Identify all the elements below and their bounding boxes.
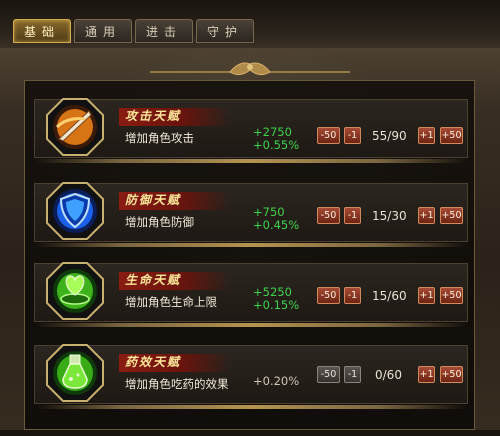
plus-50-button[interactable]: +50 [440, 366, 463, 383]
talent-description: 增加角色攻击 [125, 131, 194, 145]
plus-50-button[interactable]: +50 [440, 207, 463, 224]
bonus-percent: +0.45% [253, 218, 300, 232]
talent-description: 增加角色生命上限 [125, 295, 217, 309]
minus-1-button[interactable]: -1 [344, 287, 361, 304]
talent-row-potion: 药效天赋 增加角色吃药的效果 +0.20% -50 -1 0/60 +1 +50 [34, 344, 468, 409]
bonus-percent: +0.15% [253, 298, 300, 312]
minus-50-button[interactable]: -50 [317, 127, 340, 144]
talent-count: 0/60 [375, 368, 402, 382]
minus-50-button[interactable]: -50 [317, 366, 340, 383]
talent-row-attack: 攻击天赋 增加角色攻击 +2750 +0.55% -50 -1 55/90 +1… [34, 98, 468, 163]
talent-name: 攻击天赋 [125, 109, 182, 123]
plus-1-button[interactable]: +1 [418, 287, 435, 304]
bonus-percent: +0.20% [253, 374, 300, 388]
talent-count: 55/90 [372, 129, 407, 143]
talent-description: 增加角色防御 [125, 215, 194, 229]
talent-count: 15/60 [372, 289, 407, 303]
plus-50-button[interactable]: +50 [440, 287, 463, 304]
tab-guard[interactable]: 守护 [196, 19, 255, 43]
plus-50-button[interactable]: +50 [440, 127, 463, 144]
minus-1-button[interactable]: -1 [344, 366, 361, 383]
plus-1-button[interactable]: +1 [418, 127, 435, 144]
tab-attack[interactable]: 进击 [135, 19, 194, 43]
talent-count: 15/30 [372, 209, 407, 223]
talent-name: 防御天赋 [125, 193, 182, 207]
heart-icon [46, 262, 104, 320]
talent-row-defense: 防御天赋 增加角色防御 +750 +0.45% -50 -1 15/30 +1 … [34, 182, 468, 247]
tab-general[interactable]: 通用 [74, 19, 133, 43]
bonus-percent: +0.55% [253, 138, 300, 152]
minus-50-button[interactable]: -50 [317, 207, 340, 224]
panel-bottom-edge [0, 430, 500, 436]
ornament-divider [150, 62, 350, 76]
talent-name: 生命天赋 [125, 273, 182, 287]
plus-1-button[interactable]: +1 [418, 366, 435, 383]
sword-slash-icon [46, 98, 104, 156]
shield-icon [46, 182, 104, 240]
talent-name: 药效天赋 [125, 355, 182, 369]
talent-description: 增加角色吃药的效果 [125, 377, 229, 391]
talent-row-health: 生命天赋 增加角色生命上限 +5250 +0.15% -50 -1 15/60 … [34, 262, 468, 327]
minus-1-button[interactable]: -1 [344, 207, 361, 224]
plus-1-button[interactable]: +1 [418, 207, 435, 224]
tab-bar: 基础 通用 进击 守护 [13, 19, 255, 43]
minus-1-button[interactable]: -1 [344, 127, 361, 144]
tab-basic[interactable]: 基础 [13, 19, 72, 43]
potion-icon [46, 344, 104, 402]
minus-50-button[interactable]: -50 [317, 287, 340, 304]
